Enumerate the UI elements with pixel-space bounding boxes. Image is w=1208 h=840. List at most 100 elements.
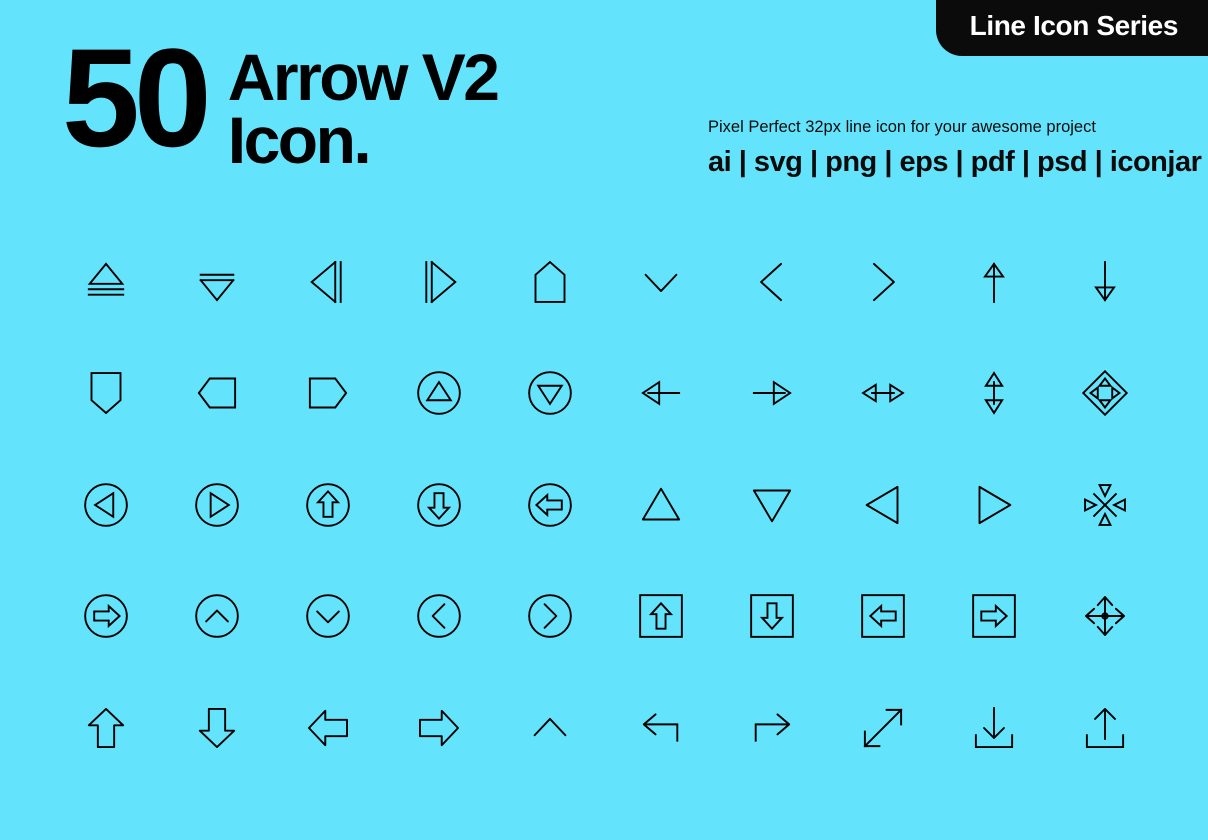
icon-cell[interactable]	[383, 338, 494, 450]
block-arrow-left-icon	[299, 699, 357, 757]
icon-cell[interactable]	[272, 449, 383, 561]
icon-cell[interactable]	[716, 561, 827, 673]
icon-cell[interactable]	[494, 449, 605, 561]
icon-cell[interactable]	[161, 449, 272, 561]
icon-cell[interactable]	[1049, 226, 1160, 338]
icon-cell[interactable]	[716, 672, 827, 784]
icon-cell[interactable]	[716, 226, 827, 338]
icon-cell[interactable]	[50, 449, 161, 561]
circle-arrow-up-icon	[299, 476, 357, 534]
circle-arrow-left-icon	[521, 476, 579, 534]
arrow-down-thin-icon	[1076, 253, 1134, 311]
icon-cell[interactable]	[938, 449, 1049, 561]
triangle-left-bar-icon	[299, 253, 357, 311]
circle-arrow-right-icon	[77, 587, 135, 645]
arrows-vertical-icon	[965, 364, 1023, 422]
icon-cell[interactable]	[494, 672, 605, 784]
icon-cell[interactable]	[50, 672, 161, 784]
icon-cell[interactable]	[50, 338, 161, 450]
triangle-right-icon	[965, 476, 1023, 534]
arrow-right-icon	[743, 364, 801, 422]
arrow-corner-right-icon	[743, 699, 801, 757]
icon-cell[interactable]	[938, 561, 1049, 673]
square-arrow-left-icon	[854, 587, 912, 645]
block-arrow-right-icon	[410, 699, 468, 757]
icon-cell[interactable]	[716, 449, 827, 561]
icon-cell[interactable]	[272, 226, 383, 338]
circle-triangle-down-icon	[521, 364, 579, 422]
icon-cell[interactable]	[272, 561, 383, 673]
square-arrow-right-icon	[965, 587, 1023, 645]
icon-cell[interactable]	[161, 226, 272, 338]
icon-cell[interactable]	[827, 449, 938, 561]
circle-triangle-up-icon	[410, 364, 468, 422]
title-line-1: Arrow V2	[227, 40, 500, 114]
headline: 50 Arrow V2 Icon.	[62, 19, 500, 177]
icon-cell[interactable]	[494, 561, 605, 673]
circle-chevron-right-icon	[521, 587, 579, 645]
icon-cell[interactable]	[605, 672, 716, 784]
icon-cell[interactable]	[827, 672, 938, 784]
info-formats: ai | svg | png | eps | pdf | psd | iconj…	[708, 145, 1202, 178]
icon-cell[interactable]	[161, 338, 272, 450]
icon-cell[interactable]	[272, 338, 383, 450]
arrow-left-icon	[632, 364, 690, 422]
square-arrow-up-icon	[632, 587, 690, 645]
circle-arrow-down-icon	[410, 476, 468, 534]
icon-cell[interactable]	[272, 672, 383, 784]
icon-cell[interactable]	[161, 561, 272, 673]
pentagon-down-icon	[77, 364, 135, 422]
icon-cell[interactable]	[1049, 561, 1160, 673]
icon-cell[interactable]	[938, 672, 1049, 784]
info-block: Pixel Perfect 32px line icon for your aw…	[708, 118, 1202, 179]
icon-cell[interactable]	[716, 338, 827, 450]
square-arrow-down-icon	[743, 587, 801, 645]
icon-cell[interactable]	[50, 226, 161, 338]
icon-cell[interactable]	[938, 226, 1049, 338]
icon-cell[interactable]	[1049, 672, 1160, 784]
icon-cell[interactable]	[938, 338, 1049, 450]
icon-cell[interactable]	[161, 672, 272, 784]
arrow-up-thin-icon	[965, 253, 1023, 311]
circle-chevron-up-icon	[188, 587, 246, 645]
chevron-up-icon	[521, 699, 579, 757]
collapse-four-way-icon	[1076, 476, 1134, 534]
icon-cell[interactable]	[383, 561, 494, 673]
title-line-2: Icon.	[227, 102, 372, 177]
icon-cell[interactable]	[494, 338, 605, 450]
icon-cell[interactable]	[50, 561, 161, 673]
circle-triangle-right-icon	[188, 476, 246, 534]
triangle-right-bar-icon	[410, 253, 468, 311]
move-diamond-icon	[1076, 364, 1134, 422]
triangle-up-icon	[632, 476, 690, 534]
download-icon	[965, 699, 1023, 757]
icon-cell[interactable]	[827, 226, 938, 338]
icon-cell[interactable]	[383, 449, 494, 561]
block-arrow-down-icon	[188, 699, 246, 757]
upload-icon	[1076, 699, 1134, 757]
triangle-down-bar-icon	[188, 253, 246, 311]
icon-cell[interactable]	[1049, 338, 1160, 450]
icon-grid	[50, 226, 1160, 784]
chevron-down-icon	[632, 253, 690, 311]
icon-cell[interactable]	[605, 561, 716, 673]
icon-cell[interactable]	[383, 672, 494, 784]
icon-cell[interactable]	[827, 561, 938, 673]
icon-cell[interactable]	[827, 338, 938, 450]
icon-cell[interactable]	[605, 449, 716, 561]
tag-right-icon	[299, 364, 357, 422]
icon-cell[interactable]	[494, 226, 605, 338]
icon-count: 50	[62, 19, 212, 176]
block-arrow-up-icon	[77, 699, 135, 757]
title-stack: Arrow V2 Icon.	[227, 38, 500, 177]
circle-triangle-left-icon	[77, 476, 135, 534]
icon-cell[interactable]	[1049, 449, 1160, 561]
circle-chevron-left-icon	[410, 587, 468, 645]
icon-cell[interactable]	[605, 226, 716, 338]
eject-icon	[77, 253, 135, 311]
move-cross-icon	[1076, 587, 1134, 645]
icon-cell[interactable]	[605, 338, 716, 450]
arrow-corner-left-icon	[632, 699, 690, 757]
tag-left-icon	[188, 364, 246, 422]
icon-cell[interactable]	[383, 226, 494, 338]
